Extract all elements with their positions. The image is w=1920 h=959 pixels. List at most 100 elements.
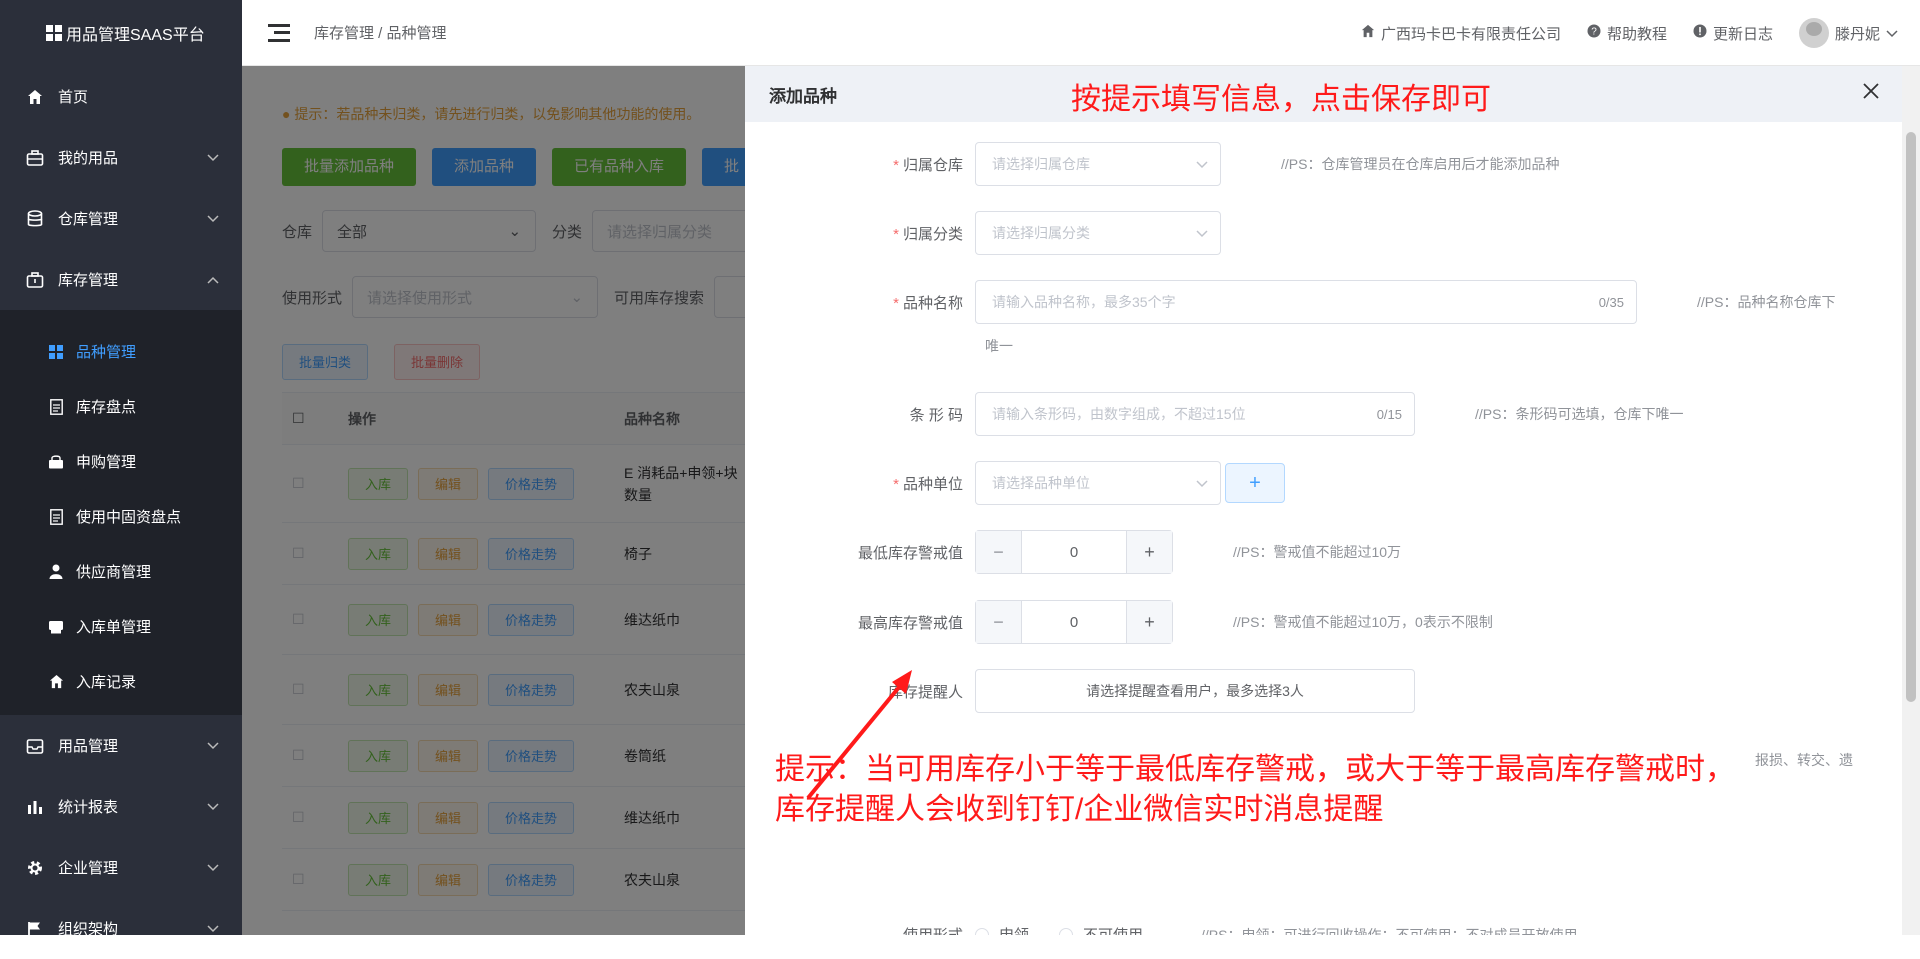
svg-text:?: ? bbox=[1591, 27, 1597, 38]
chevron-down-icon bbox=[206, 861, 220, 875]
sidebar-item-home[interactable]: 首页 bbox=[0, 66, 242, 127]
info-icon bbox=[1693, 24, 1707, 42]
form-row-warehouse: * 归属仓库 请选择归属仓库 //PS：仓库管理员在仓库启用后才能添加品种 bbox=[745, 142, 1559, 186]
close-icon[interactable] bbox=[1862, 82, 1884, 104]
avatar bbox=[1798, 18, 1829, 48]
warehouse-placeholder: 请选择归属仓库 bbox=[992, 156, 1090, 172]
char-counter: 0/35 bbox=[1598, 294, 1624, 310]
chevron-down-icon bbox=[206, 800, 220, 814]
decrement-button[interactable]: − bbox=[976, 531, 1022, 573]
max-stock-stepper: − 0 + bbox=[975, 600, 1173, 644]
document-icon bbox=[48, 508, 64, 525]
bag-icon bbox=[48, 454, 64, 470]
document-icon bbox=[48, 398, 64, 415]
changelog-label: 更新日志 bbox=[1712, 25, 1773, 43]
usage-label: 使用形式 bbox=[745, 924, 975, 935]
sidebar-item-stock-in-records[interactable]: 入库记录 bbox=[0, 654, 242, 709]
brand[interactable]: 用品管理SAAS平台 bbox=[0, 0, 242, 66]
sidebar-item-company[interactable]: 企业管理 bbox=[0, 837, 242, 898]
sidebar-item-label: 企业管理 bbox=[58, 860, 119, 877]
help-icon: ? bbox=[1587, 24, 1601, 42]
menu-toggle-icon[interactable] bbox=[268, 23, 290, 42]
add-unit-button[interactable]: + bbox=[1225, 463, 1285, 503]
chevron-down-icon bbox=[1196, 475, 1208, 491]
barcode-label: 条 形 码 bbox=[909, 406, 963, 424]
form-row-unit: * 品种单位 请选择品种单位 + bbox=[745, 461, 1285, 505]
form-row-category: * 归属分类 请选择归属分类 bbox=[745, 211, 1221, 255]
sidebar: 用品管理SAAS平台 首页 我的用品 仓库管理 库存管理 品种管理 库存盘点 申… bbox=[0, 0, 242, 938]
bar-chart-icon bbox=[26, 798, 44, 816]
category-select[interactable]: 请选择归属分类 bbox=[975, 211, 1221, 255]
drawer-scrollbar[interactable] bbox=[1902, 66, 1920, 935]
variety-name-input[interactable]: 请输入品种名称，最多35个字 0/35 bbox=[975, 280, 1637, 324]
unit-placeholder: 请选择品种单位 bbox=[992, 475, 1090, 491]
chevron-down-icon bbox=[206, 922, 220, 936]
sidebar-item-label: 我的用品 bbox=[58, 150, 119, 167]
sidebar-item-supplier[interactable]: 供应商管理 bbox=[0, 544, 242, 599]
sidebar-item-label: 品种管理 bbox=[76, 344, 137, 361]
sidebar-item-fixed-asset-stocktake[interactable]: 使用中固资盘点 bbox=[0, 489, 242, 544]
sidebar-item-org[interactable]: 组织架构 bbox=[0, 898, 242, 959]
add-variety-drawer: 添加品种 按提示填写信息，点击保存即可 * 归属仓库 请选择归属仓库 //PS：仓… bbox=[745, 66, 1920, 935]
box-icon bbox=[26, 149, 44, 167]
sidebar-item-stocktake[interactable]: 库存盘点 bbox=[0, 379, 242, 434]
sidebar-item-label: 首页 bbox=[58, 89, 89, 106]
sidebar-item-label: 库存管理 bbox=[58, 272, 119, 289]
decrement-button[interactable]: − bbox=[976, 601, 1022, 643]
sidebar-item-label: 用品管理 bbox=[58, 738, 119, 755]
sidebar-item-purchase-request[interactable]: 申购管理 bbox=[0, 434, 242, 489]
sidebar-item-my-supplies[interactable]: 我的用品 bbox=[0, 127, 242, 188]
help-link[interactable]: ? 帮助教程 bbox=[1587, 23, 1667, 44]
top-header: 库存管理 / 品种管理 广西玛卡巴卡有限责任公司 ? 帮助教程 更新日志 滕丹妮 bbox=[242, 0, 1920, 66]
sidebar-item-label: 入库记录 bbox=[76, 674, 137, 691]
brand-logo-icon bbox=[46, 25, 62, 41]
increment-button[interactable]: + bbox=[1126, 601, 1172, 643]
usage-radio-unavailable[interactable]: 不可使用 bbox=[1059, 924, 1143, 935]
user-menu[interactable]: 滕丹妮 bbox=[1798, 18, 1898, 48]
annotation-line-1: 提示：当可用库存小于等于最低库存警戒，或大于等于最高库存警戒时， bbox=[775, 753, 1735, 786]
obscured-hint-tail: 报损、转交、遗 bbox=[1755, 752, 1853, 768]
chevron-down-icon bbox=[1196, 225, 1208, 241]
changelog-link[interactable]: 更新日志 bbox=[1693, 23, 1773, 44]
sidebar-item-inventory[interactable]: 库存管理 bbox=[0, 249, 242, 310]
sidebar-item-variety-management[interactable]: 品种管理 bbox=[0, 324, 242, 379]
usage-hint: //PS：申领：可进行回收操作；不可使用：不对成员开放使用 bbox=[1201, 926, 1578, 936]
sidebar-item-label: 库存盘点 bbox=[76, 399, 137, 416]
sidebar-item-supplies-management[interactable]: 用品管理 bbox=[0, 715, 242, 776]
reminder-select-button[interactable]: 请选择提醒查看用户，最多选择3人 bbox=[975, 669, 1415, 713]
home-icon bbox=[48, 674, 64, 690]
max-stock-label: 最高库存警戒值 bbox=[857, 614, 963, 632]
max-stock-value[interactable]: 0 bbox=[1022, 601, 1126, 643]
sidebar-item-warehouse[interactable]: 仓库管理 bbox=[0, 188, 242, 249]
inventory-submenu: 品种管理 库存盘点 申购管理 使用中固资盘点 供应商管理 入库单管理 入库记录 bbox=[0, 310, 242, 715]
variety-name-placeholder: 请输入品种名称，最多35个字 bbox=[992, 294, 1176, 310]
home-icon bbox=[1361, 24, 1375, 42]
company-switch[interactable]: 广西玛卡巴卡有限责任公司 bbox=[1361, 23, 1561, 44]
chevron-down-icon bbox=[206, 739, 220, 753]
barcode-input[interactable]: 请输入条形码，由数字组成，不超过15位 0/15 bbox=[975, 392, 1415, 436]
sidebar-item-label: 供应商管理 bbox=[76, 564, 152, 581]
user-icon bbox=[48, 564, 64, 580]
warehouse-hint: //PS：仓库管理员在仓库启用后才能添加品种 bbox=[1281, 156, 1560, 172]
form-row-usage: 使用形式 申领 不可使用 //PS：申领：可进行回收操作；不可使用：不对成员开放… bbox=[745, 924, 1578, 935]
min-stock-label: 最低库存警戒值 bbox=[857, 544, 963, 562]
min-stock-hint: //PS：警戒值不能超过10万 bbox=[1233, 544, 1402, 560]
plus-icon: + bbox=[1249, 471, 1261, 494]
inbox-icon bbox=[26, 737, 44, 755]
sidebar-item-stock-in-orders[interactable]: 入库单管理 bbox=[0, 599, 242, 654]
unit-select[interactable]: 请选择品种单位 bbox=[975, 461, 1221, 505]
increment-button[interactable]: + bbox=[1126, 531, 1172, 573]
warehouse-label: * 归属仓库 bbox=[893, 156, 963, 174]
usage-radio-apply[interactable]: 申领 bbox=[975, 924, 1029, 935]
warehouse-select[interactable]: 请选择归属仓库 bbox=[975, 142, 1221, 186]
barcode-hint: //PS：条形码可选填，仓库下唯一 bbox=[1475, 406, 1684, 422]
chevron-down-icon bbox=[206, 151, 220, 165]
sidebar-item-reports[interactable]: 统计报表 bbox=[0, 776, 242, 837]
printer-icon bbox=[48, 619, 64, 635]
category-placeholder: 请选择归属分类 bbox=[992, 225, 1090, 241]
sidebar-item-label: 仓库管理 bbox=[58, 211, 119, 228]
unit-label: * 品种单位 bbox=[893, 475, 963, 493]
help-label: 帮助教程 bbox=[1606, 25, 1667, 43]
sidebar-item-label: 入库单管理 bbox=[76, 619, 152, 636]
min-stock-value[interactable]: 0 bbox=[1022, 531, 1126, 573]
